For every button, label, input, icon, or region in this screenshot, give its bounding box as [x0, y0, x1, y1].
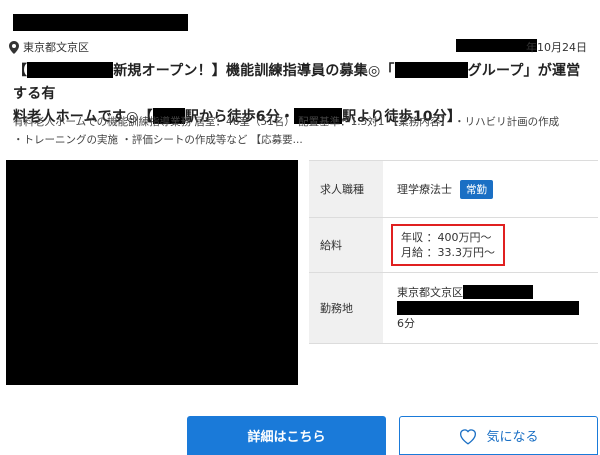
favorite-label: 気になる [486, 430, 539, 445]
posted-date: 年10月24日 [526, 41, 587, 54]
favorite-button[interactable]: 気になる [399, 416, 598, 455]
job-type-label: 求人職種 [309, 161, 383, 217]
workplace-line-1: 東京都文京区 [397, 285, 533, 300]
row-job-type: 求人職種 理学療法士 常勤 [309, 161, 598, 218]
workplace-line-3: 6分 [397, 317, 415, 330]
redacted-facility [27, 62, 114, 78]
redacted-year [456, 39, 537, 52]
employment-badge: 常勤 [460, 179, 493, 199]
job-type-value: 理学療法士 常勤 [383, 161, 598, 217]
redacted-company-name [13, 14, 188, 31]
job-description: 有料老人ホームでの機能訓練指導業務 居室：46室（51名） 配置基準：1.5対1… [13, 113, 593, 149]
row-salary: 給料 年収 ：400万円〜 月給 ：33.3万円〜 [309, 218, 598, 273]
row-workplace: 勤務地 東京都文京区 6分 [309, 273, 598, 344]
redacted-address-2 [397, 301, 579, 315]
detail-button[interactable]: 詳細はこちら [187, 416, 386, 455]
salary-annual: 年収 ：400万円〜 [401, 231, 492, 244]
map-pin-icon [9, 40, 19, 54]
salary-highlight: 年収 ：400万円〜 月給 ：33.3万円〜 [391, 224, 505, 266]
description-line-2: ・トレーニングの実施 ・評価シートの作成等など 【応募要... [13, 134, 303, 146]
location: 東京都文京区 [9, 39, 89, 55]
description-line-1: 有料老人ホームでの機能訓練指導業務 居室：46室（51名） 配置基準：1.5対1… [13, 116, 560, 128]
details-table: 求人職種 理学療法士 常勤 給料 年収 ：400万円〜 月給 ：33.3万円〜 … [309, 160, 598, 344]
redacted-photo [6, 160, 298, 385]
salary-monthly: 月給 ：33.3万円〜 [401, 246, 495, 259]
redacted-group [394, 62, 468, 78]
workplace-label: 勤務地 [309, 273, 383, 343]
heart-icon [460, 428, 477, 445]
salary-label: 給料 [309, 218, 383, 272]
redacted-address-1 [463, 285, 533, 299]
location-text: 東京都文京区 [23, 41, 89, 54]
